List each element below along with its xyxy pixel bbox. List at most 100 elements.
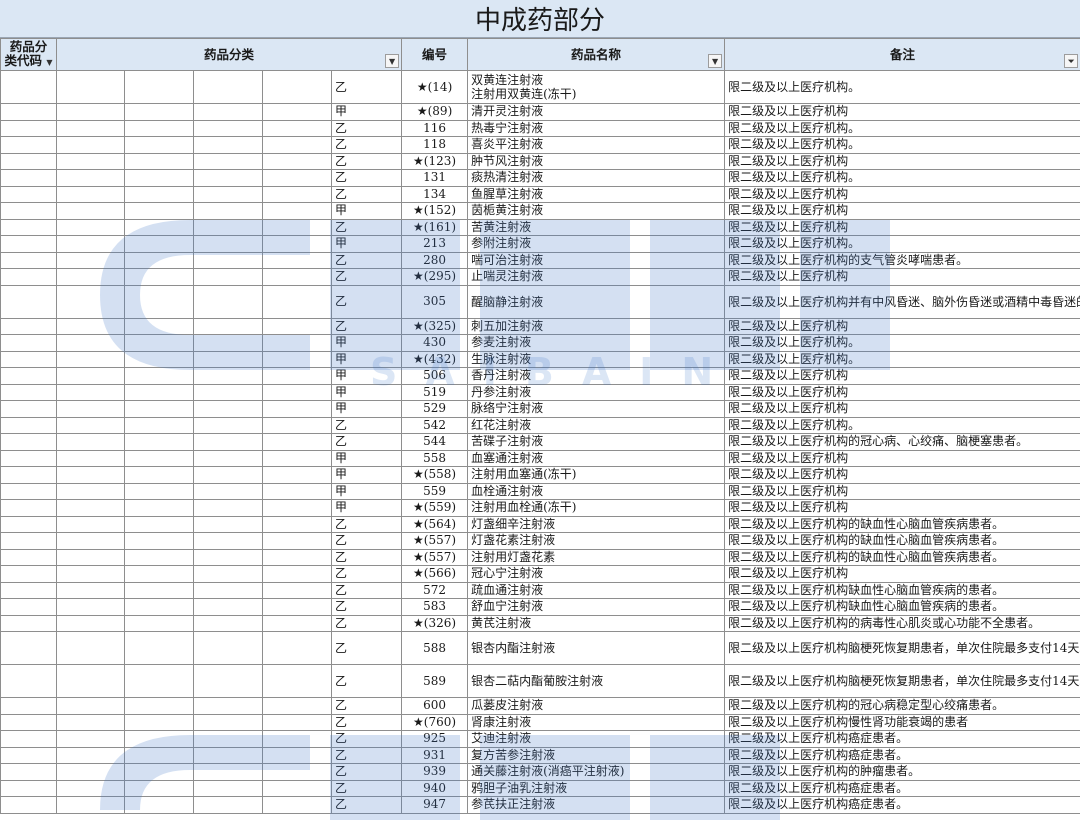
number-cell[interactable]: 947 <box>402 797 468 814</box>
empty-cell[interactable] <box>57 533 125 550</box>
number-cell[interactable]: ★(89) <box>402 104 468 121</box>
empty-cell[interactable] <box>125 137 194 154</box>
empty-cell[interactable] <box>263 582 332 599</box>
number-cell[interactable]: 600 <box>402 698 468 715</box>
drug-name-cell[interactable]: 痰热清注射液 <box>468 170 725 187</box>
empty-cell[interactable] <box>263 483 332 500</box>
empty-cell[interactable] <box>57 483 125 500</box>
number-cell[interactable]: 280 <box>402 252 468 269</box>
category-cell[interactable]: 乙 <box>332 170 402 187</box>
number-cell[interactable]: 542 <box>402 417 468 434</box>
filter-dropdown-name-icon[interactable]: ▼ <box>708 54 722 68</box>
empty-cell[interactable] <box>194 401 263 418</box>
empty-cell[interactable] <box>1 566 57 583</box>
category-cell[interactable]: 乙 <box>332 120 402 137</box>
empty-cell[interactable] <box>57 285 125 318</box>
empty-cell[interactable] <box>1 483 57 500</box>
number-cell[interactable]: 118 <box>402 137 468 154</box>
empty-cell[interactable] <box>125 170 194 187</box>
drug-name-cell[interactable]: 热毒宁注射液 <box>468 120 725 137</box>
empty-cell[interactable] <box>1 153 57 170</box>
empty-cell[interactable] <box>125 351 194 368</box>
empty-cell[interactable] <box>194 153 263 170</box>
empty-cell[interactable] <box>1 401 57 418</box>
note-cell[interactable]: 限二级及以上医疗机构的缺血性心脑血管疾病患者。 <box>725 533 1080 550</box>
empty-cell[interactable] <box>57 153 125 170</box>
empty-cell[interactable] <box>194 483 263 500</box>
empty-cell[interactable] <box>125 104 194 121</box>
empty-cell[interactable] <box>57 665 125 698</box>
number-cell[interactable]: ★(123) <box>402 153 468 170</box>
empty-cell[interactable] <box>57 186 125 203</box>
empty-cell[interactable] <box>263 137 332 154</box>
number-cell[interactable]: 305 <box>402 285 468 318</box>
empty-cell[interactable] <box>125 582 194 599</box>
empty-cell[interactable] <box>1 467 57 484</box>
empty-cell[interactable] <box>194 731 263 748</box>
note-cell[interactable]: 限二级及以上医疗机构。 <box>725 120 1080 137</box>
note-cell[interactable]: 限二级及以上医疗机构的肿瘤患者。 <box>725 764 1080 781</box>
empty-cell[interactable] <box>194 500 263 517</box>
empty-cell[interactable] <box>194 797 263 814</box>
empty-cell[interactable] <box>57 516 125 533</box>
empty-cell[interactable] <box>1 516 57 533</box>
number-cell[interactable]: ★(325) <box>402 318 468 335</box>
empty-cell[interactable] <box>194 252 263 269</box>
drug-name-cell[interactable]: 刺五加注射液 <box>468 318 725 335</box>
empty-cell[interactable] <box>125 368 194 385</box>
empty-cell[interactable] <box>263 615 332 632</box>
empty-cell[interactable] <box>1 599 57 616</box>
drug-name-cell[interactable]: 参附注射液 <box>468 236 725 253</box>
drug-name-cell[interactable]: 血塞通注射液 <box>468 450 725 467</box>
empty-cell[interactable] <box>194 632 263 665</box>
drug-name-cell[interactable]: 红花注射液 <box>468 417 725 434</box>
empty-cell[interactable] <box>125 219 194 236</box>
category-cell[interactable]: 乙 <box>332 764 402 781</box>
drug-name-cell[interactable]: 止喘灵注射液 <box>468 269 725 286</box>
drug-name-cell[interactable]: 舒血宁注射液 <box>468 599 725 616</box>
category-cell[interactable]: 乙 <box>332 285 402 318</box>
empty-cell[interactable] <box>57 335 125 352</box>
number-cell[interactable]: 931 <box>402 747 468 764</box>
empty-cell[interactable] <box>194 368 263 385</box>
note-cell[interactable]: 限二级及以上医疗机构 <box>725 318 1080 335</box>
empty-cell[interactable] <box>263 797 332 814</box>
drug-name-cell[interactable]: 银杏二萜内酯葡胺注射液 <box>468 665 725 698</box>
empty-cell[interactable] <box>263 219 332 236</box>
note-cell[interactable]: 限二级及以上医疗机构癌症患者。 <box>725 731 1080 748</box>
number-cell[interactable]: ★(566) <box>402 566 468 583</box>
empty-cell[interactable] <box>125 318 194 335</box>
number-cell[interactable]: ★(557) <box>402 549 468 566</box>
empty-cell[interactable] <box>194 747 263 764</box>
note-cell[interactable]: 限二级及以上医疗机构慢性肾功能衰竭的患者 <box>725 714 1080 731</box>
empty-cell[interactable] <box>194 285 263 318</box>
drug-name-cell[interactable]: 通关藤注射液(消癌平注射液) <box>468 764 725 781</box>
empty-cell[interactable] <box>125 780 194 797</box>
note-cell[interactable]: 限二级及以上医疗机构 <box>725 186 1080 203</box>
note-cell[interactable]: 限二级及以上医疗机构。 <box>725 71 1080 104</box>
empty-cell[interactable] <box>263 599 332 616</box>
number-cell[interactable]: 116 <box>402 120 468 137</box>
number-cell[interactable]: ★(557) <box>402 533 468 550</box>
empty-cell[interactable] <box>263 533 332 550</box>
empty-cell[interactable] <box>57 269 125 286</box>
drug-name-cell[interactable]: 疏血通注射液 <box>468 582 725 599</box>
category-cell[interactable]: 甲 <box>332 450 402 467</box>
empty-cell[interactable] <box>57 582 125 599</box>
empty-cell[interactable] <box>1 747 57 764</box>
drug-name-cell[interactable]: 冠心宁注射液 <box>468 566 725 583</box>
drug-name-cell[interactable]: 瓜蒌皮注射液 <box>468 698 725 715</box>
empty-cell[interactable] <box>57 368 125 385</box>
empty-cell[interactable] <box>1 236 57 253</box>
category-cell[interactable]: 乙 <box>332 632 402 665</box>
note-cell[interactable]: 限二级及以上医疗机构 <box>725 566 1080 583</box>
empty-cell[interactable] <box>194 269 263 286</box>
empty-cell[interactable] <box>57 780 125 797</box>
empty-cell[interactable] <box>1 170 57 187</box>
empty-cell[interactable] <box>194 434 263 451</box>
category-cell[interactable]: 甲 <box>332 384 402 401</box>
empty-cell[interactable] <box>125 632 194 665</box>
category-cell[interactable]: 乙 <box>332 318 402 335</box>
empty-cell[interactable] <box>1 665 57 698</box>
empty-cell[interactable] <box>125 714 194 731</box>
